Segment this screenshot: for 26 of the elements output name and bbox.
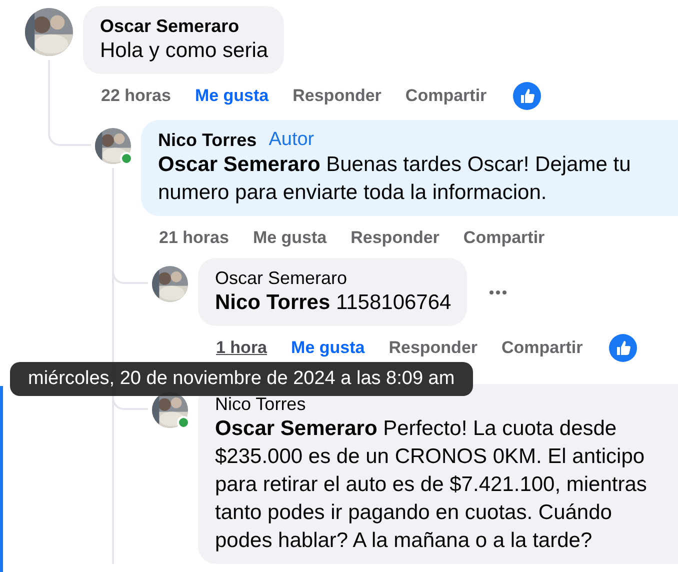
comment-time[interactable]: 22 horas [101,86,171,106]
reply-link[interactable]: Responder [292,86,382,106]
comment-time[interactable]: 1 hora [216,338,268,358]
author-name[interactable]: Oscar Semeraro [215,267,348,289]
like-reaction-icon [512,82,541,110]
more-options-icon[interactable] [489,290,508,294]
comment-text: Nico Torres 1158106764 [215,290,452,316]
share-link[interactable]: Compartir [405,86,487,106]
like-reaction-icon [608,334,637,362]
like-link[interactable]: Me gusta [291,338,365,358]
author-name[interactable]: Nico Torres [215,393,306,415]
comment-text: Oscar Semeraro Perfecto! La cuota desde $235.000 es de un CRONOS 0KM. El anticipo para retirar el auto es de $7.421.100, mientras tanto podes ir pagando en cuotas. Cuándo podes hablar? A la mañana o a la tarde? [215,416,648,554]
date-tooltip: miércoles, 20 de noviembre de 2024 a las 8:09 am [10,362,473,396]
reply-link[interactable]: Responder [350,228,440,248]
share-link[interactable]: Compartir [463,228,545,248]
comment-time[interactable]: 21 horas [159,228,229,248]
author-name[interactable]: Nico Torres [158,129,257,151]
thread-connector [48,110,91,146]
like-link[interactable]: Me gusta [194,86,269,106]
author-label: Autor [268,129,314,151]
comment-text: Oscar Semeraro Buenas tardes Oscar! Dejame tu numero para enviarte toda la informacion. [158,152,632,206]
share-link[interactable]: Compartir [502,338,583,358]
like-link[interactable]: Me gusta [252,228,327,248]
comment-text: Hola y como seria [100,38,268,64]
reply-link[interactable]: Responder [388,338,478,358]
author-name[interactable]: Oscar Semeraro [100,15,240,37]
